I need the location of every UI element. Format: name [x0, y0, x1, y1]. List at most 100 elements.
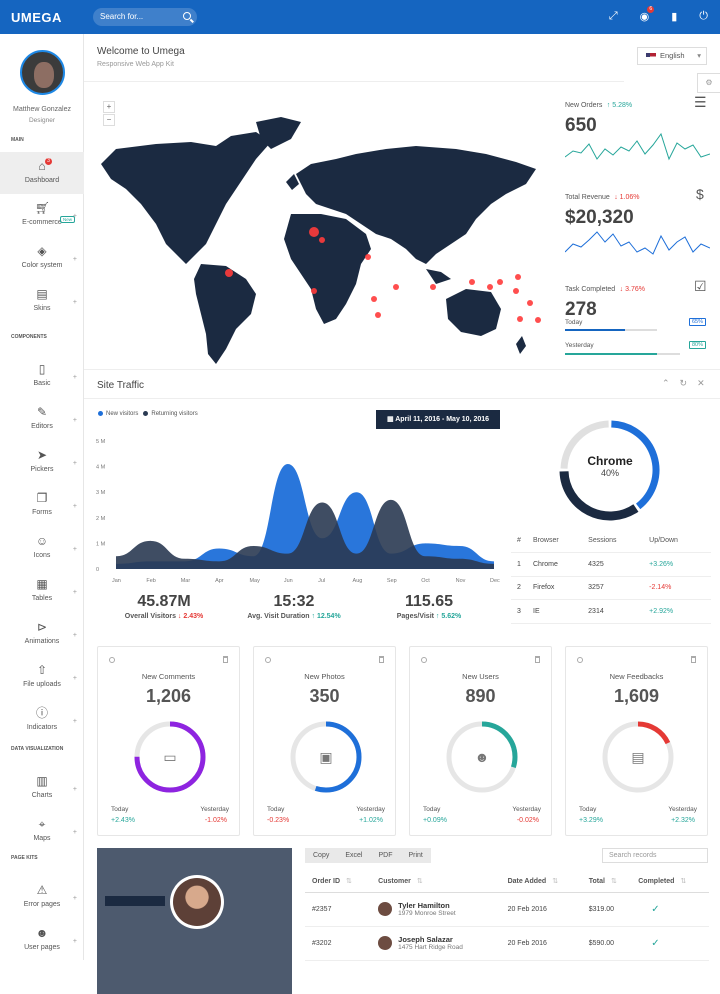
table-row[interactable]: #2357Tyler Hamilton1979 Monroe Street20 …	[305, 892, 709, 926]
world-map[interactable]	[96, 114, 546, 369]
expand-icon[interactable]: +	[73, 503, 77, 510]
customer-name[interactable]: Tyler Hamilton	[398, 901, 455, 910]
expand-icon[interactable]: +	[73, 675, 77, 682]
yesterday-pct: 80%	[689, 341, 706, 349]
sidebar-item-skins[interactable]: ▤Skins+	[0, 280, 84, 322]
radio-icon[interactable]	[265, 657, 271, 663]
sidebar-item-e-commerce[interactable]: 🛒︎E-commerceNew+	[0, 194, 84, 236]
column-header[interactable]: Date Added⇅	[501, 870, 582, 892]
expand-icon[interactable]: +	[73, 417, 77, 424]
trash-icon[interactable]	[223, 656, 228, 663]
sort-icon[interactable]: ⇅	[417, 878, 423, 885]
brand-logo[interactable]: UMEGA	[11, 10, 62, 25]
table-row[interactable]: #3202Joseph Salazar1475 Hart Ridge Road2…	[305, 926, 709, 960]
expand-icon[interactable]: +	[73, 546, 77, 553]
customer-name[interactable]: Joseph Salazar	[398, 935, 463, 944]
sidebar-item-label: User pages	[24, 944, 60, 951]
profile-avatar[interactable]	[170, 875, 224, 929]
sidebar-badge: 3	[45, 158, 52, 165]
column-header[interactable]: Completed⇅	[631, 870, 709, 892]
sidebar-item-dashboard[interactable]: ⌂Dashboard3	[0, 152, 84, 194]
sidebar-item-editors[interactable]: ✎Editors+	[0, 398, 84, 440]
card-title: New Feedbacks	[566, 672, 707, 681]
sidebar-item-label: Indicators	[27, 724, 57, 731]
column-header-label: Order ID	[312, 878, 340, 885]
expand-icon[interactable]: +	[73, 589, 77, 596]
column-header[interactable]: Browser	[533, 529, 588, 553]
trash-icon[interactable]	[691, 656, 696, 663]
expand-icon[interactable]: +	[73, 460, 77, 467]
sidebar-item-color-system[interactable]: ◈Color system+	[0, 237, 84, 279]
column-header[interactable]: Total⇅	[582, 870, 632, 892]
page-subtitle: Responsive Web App Kit	[97, 61, 174, 68]
expand-icon[interactable]: +	[73, 374, 77, 381]
sidebar-item-error-pages[interactable]: ⚠Error pages+	[0, 876, 84, 918]
column-header[interactable]: Customer⇅	[371, 870, 500, 892]
sidebar-item-user-pages[interactable]: ☻User pages+	[0, 919, 84, 961]
expand-icon[interactable]: +	[73, 786, 77, 793]
row-number: 1	[511, 553, 533, 577]
excel-button[interactable]: Excel	[337, 848, 370, 863]
search-records-input[interactable]: Search records	[602, 848, 708, 863]
sidebar-section-main: MAIN	[11, 137, 24, 143]
sort-icon[interactable]: ⇅	[346, 878, 352, 885]
map-zoom-in-button[interactable]: +	[103, 101, 115, 113]
search-icon[interactable]	[183, 12, 191, 20]
expand-icon[interactable]: +	[73, 895, 77, 902]
divider	[84, 369, 720, 370]
today-change: +0.09%	[423, 817, 447, 824]
sidebar-item-label: Error pages	[24, 901, 61, 908]
sidebar-item-label: Forms	[32, 509, 52, 516]
sidebar-item-icons[interactable]: ☺Icons+	[0, 527, 84, 569]
customer-address: 1475 Hart Ridge Road	[398, 944, 463, 951]
sessions-value: 3257	[588, 576, 649, 600]
copy-button[interactable]: Copy	[305, 848, 337, 863]
expand-icon[interactable]: +	[73, 718, 77, 725]
column-header[interactable]: Order ID ⇅	[305, 870, 371, 892]
trash-icon[interactable]	[379, 656, 384, 663]
sort-icon[interactable]: ⇅	[552, 878, 558, 885]
avatar[interactable]	[20, 50, 65, 95]
refresh-icon[interactable]: ↻	[680, 378, 688, 389]
notification-icon[interactable]: ◉6	[640, 10, 650, 23]
trash-icon[interactable]	[535, 656, 540, 663]
print-button[interactable]: Print	[400, 848, 430, 863]
sidebar-item-pickers[interactable]: ➤Pickers+	[0, 441, 84, 483]
column-header[interactable]: #	[511, 529, 533, 553]
expand-icon[interactable]: +	[73, 299, 77, 306]
date-range-picker[interactable]: ▦ April 11, 2016 - May 10, 2016	[376, 410, 500, 429]
sidebar-item-file-uploads[interactable]: ⇧File uploads+	[0, 656, 84, 698]
radio-icon[interactable]	[577, 657, 583, 663]
x-tick-label: Jun	[284, 578, 293, 584]
yesterday-label: Yesterday	[512, 806, 541, 813]
sidebar-item-basic[interactable]: ▯Basic+	[0, 355, 84, 397]
sidebar-item-indicators[interactable]: ⓘIndicators+	[0, 699, 84, 741]
sidebar-item-forms[interactable]: ❐Forms+	[0, 484, 84, 526]
column-header[interactable]: Up/Down	[649, 529, 711, 553]
flag-icon[interactable]: ▮	[671, 10, 677, 23]
expand-icon[interactable]: +	[73, 256, 77, 263]
expand-icon[interactable]: +	[73, 829, 77, 836]
sidebar-item-animations[interactable]: ⊳Animations+	[0, 613, 84, 655]
expand-icon[interactable]: +	[73, 938, 77, 945]
close-icon[interactable]: ✕	[697, 378, 705, 389]
radio-icon[interactable]	[109, 657, 115, 663]
radio-icon[interactable]	[421, 657, 427, 663]
settings-gear-icon[interactable]: ⚙	[697, 73, 720, 93]
yesterday-label: Yesterday	[356, 806, 385, 813]
search-input[interactable]: Search for...	[93, 8, 197, 26]
sidebar-item-tables[interactable]: ▦Tables+	[0, 570, 84, 612]
expand-icon[interactable]: +	[73, 213, 77, 220]
pdf-button[interactable]: PDF	[370, 848, 400, 863]
sort-icon[interactable]: ⇅	[611, 878, 617, 885]
fullscreen-icon[interactable]: ⤢	[609, 10, 618, 23]
language-select[interactable]: English▾	[637, 47, 707, 65]
sidebar-item-maps[interactable]: ⌖Maps+	[0, 810, 84, 852]
expand-icon[interactable]: +	[73, 632, 77, 639]
sort-icon[interactable]: ⇅	[680, 878, 686, 885]
column-header[interactable]: Sessions	[588, 529, 649, 553]
kpi-label: Overall Visitors	[125, 613, 176, 620]
power-icon[interactable]: ⏻	[699, 10, 708, 23]
sidebar-item-charts[interactable]: ▥Charts+	[0, 767, 84, 809]
collapse-icon[interactable]: ⌃	[662, 378, 670, 389]
